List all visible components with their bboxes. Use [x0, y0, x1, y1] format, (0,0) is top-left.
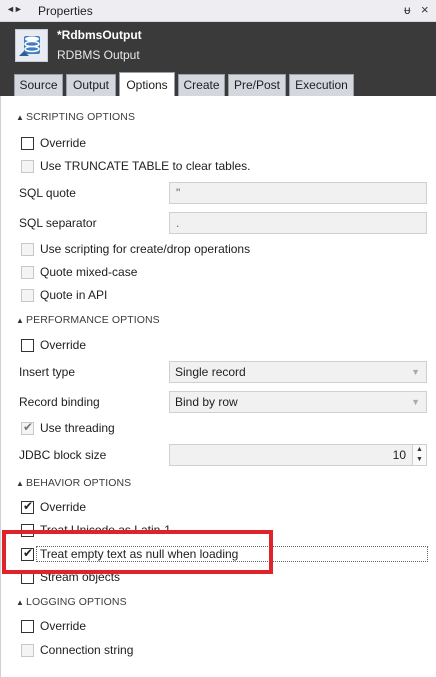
- component-type: RDBMS Output: [57, 48, 140, 62]
- sql-quote-field[interactable]: ": [169, 182, 427, 204]
- quote-api-checkbox[interactable]: [21, 288, 34, 302]
- tab-execution[interactable]: Execution: [289, 74, 354, 96]
- quote-mixed-checkbox[interactable]: [21, 265, 34, 279]
- logging-override-checkbox[interactable]: [21, 619, 34, 633]
- highlight-annotation: [2, 530, 273, 574]
- record-binding-label: Record binding: [19, 395, 100, 409]
- sql-separator-label: SQL separator: [19, 216, 97, 230]
- performance-override-row[interactable]: Override: [21, 337, 86, 353]
- panel-title: Properties: [38, 4, 93, 18]
- sql-quote-label: SQL quote: [19, 186, 76, 200]
- scripting-override-label: Override: [40, 136, 87, 150]
- chevron-down-icon: ▼: [411, 397, 420, 407]
- section-performance-title: PERFORMANCE OPTIONS: [26, 314, 160, 326]
- properties-titlebar: ◄► Properties ᵾ ×: [0, 0, 436, 22]
- component-name: *RdbmsOutput: [57, 28, 142, 42]
- insert-type-value: Single record: [175, 365, 246, 379]
- record-binding-select[interactable]: Bind by row ▼: [169, 391, 427, 413]
- connection-string-checkbox[interactable]: [21, 643, 34, 657]
- logging-override-label: Override: [40, 619, 87, 633]
- collapse-caret-icon[interactable]: ▲: [16, 598, 24, 607]
- nav-arrows-icon[interactable]: ◄►: [6, 4, 23, 14]
- section-logging-title: LOGGING OPTIONS: [26, 596, 127, 608]
- tab-create[interactable]: Create: [178, 74, 225, 96]
- performance-override-checkbox[interactable]: [21, 338, 34, 352]
- jdbc-block-size-value: 10: [392, 448, 406, 462]
- chevron-down-icon: ▼: [411, 367, 420, 377]
- jdbc-block-size-label: JDBC block size: [19, 448, 107, 462]
- truncate-label: Use TRUNCATE TABLE to clear tables.: [40, 159, 251, 173]
- tab-pre-post[interactable]: Pre/Post: [228, 74, 286, 96]
- logging-override-row[interactable]: Override: [21, 618, 86, 634]
- connection-string-label: Connection string: [40, 643, 134, 657]
- quote-mixed-row[interactable]: Quote mixed-case: [21, 264, 137, 280]
- behavior-override-checkbox[interactable]: [21, 499, 34, 514]
- section-scripting[interactable]: ▲ SCRIPTING OPTIONS: [16, 111, 135, 123]
- tab-output[interactable]: Output: [66, 74, 116, 96]
- tab-bar: Source Output Options Create Pre/Post Ex…: [0, 68, 436, 97]
- use-threading-label: Use threading: [40, 421, 115, 435]
- behavior-override-row[interactable]: Override: [21, 499, 86, 515]
- collapse-caret-icon[interactable]: ▲: [16, 316, 24, 325]
- scripting-override-checkbox[interactable]: [21, 136, 34, 150]
- tab-source[interactable]: Source: [14, 74, 63, 96]
- close-icon[interactable]: ×: [421, 2, 429, 17]
- use-scripting-row[interactable]: Use scripting for create/drop operations: [21, 241, 250, 257]
- section-performance[interactable]: ▲ PERFORMANCE OPTIONS: [16, 314, 160, 326]
- truncate-checkbox[interactable]: [21, 159, 34, 173]
- quote-api-label: Quote in API: [40, 288, 108, 302]
- collapse-caret-icon[interactable]: ▲: [16, 113, 24, 122]
- insert-type-select[interactable]: Single record ▼: [169, 361, 427, 383]
- sql-separator-field[interactable]: .: [169, 212, 427, 234]
- component-header: *RdbmsOutput RDBMS Output: [0, 22, 436, 68]
- scripting-override-row[interactable]: Override: [21, 135, 86, 151]
- section-logging[interactable]: ▲ LOGGING OPTIONS: [16, 596, 127, 608]
- use-threading-checkbox[interactable]: [21, 420, 34, 435]
- collapse-caret-icon[interactable]: ▲: [16, 479, 24, 488]
- performance-override-label: Override: [40, 338, 87, 352]
- tab-options[interactable]: Options: [119, 72, 175, 97]
- pin-icon[interactable]: ᵾ: [404, 3, 411, 17]
- use-scripting-label: Use scripting for create/drop operations: [40, 242, 251, 256]
- quote-api-row[interactable]: Quote in API: [21, 287, 107, 303]
- record-binding-value: Bind by row: [175, 395, 238, 409]
- truncate-row[interactable]: Use TRUNCATE TABLE to clear tables.: [21, 158, 251, 174]
- section-behavior[interactable]: ▲ BEHAVIOR OPTIONS: [16, 477, 131, 489]
- section-scripting-title: SCRIPTING OPTIONS: [26, 111, 136, 123]
- jdbc-block-size-field[interactable]: 10 ▲ ▼: [169, 444, 427, 466]
- quote-mixed-label: Quote mixed-case: [40, 265, 138, 279]
- spinner-icon[interactable]: ▲ ▼: [412, 445, 426, 465]
- section-behavior-title: BEHAVIOR OPTIONS: [26, 477, 132, 489]
- database-icon: [15, 29, 48, 62]
- insert-type-label: Insert type: [19, 365, 76, 379]
- use-threading-row[interactable]: Use threading: [21, 420, 115, 436]
- connection-string-row[interactable]: Connection string: [21, 642, 133, 658]
- use-scripting-checkbox[interactable]: [21, 242, 34, 256]
- behavior-override-label: Override: [40, 500, 87, 514]
